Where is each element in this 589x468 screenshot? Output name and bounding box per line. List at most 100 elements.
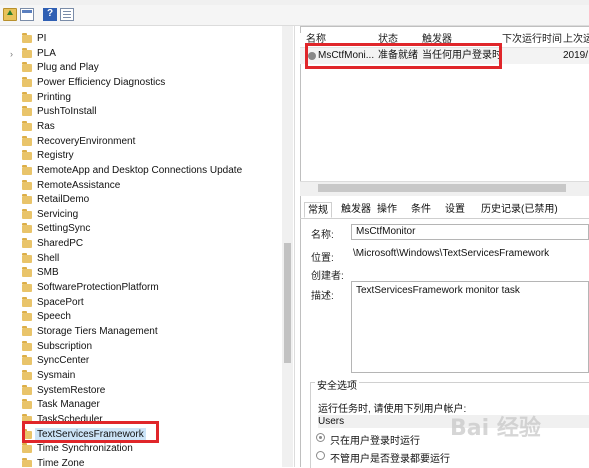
tree-item-label: SMB <box>37 267 59 279</box>
tree-item[interactable]: SystemRestore <box>0 384 280 398</box>
show-hide-console-tree-icon[interactable] <box>20 8 34 21</box>
run-as-label: 运行任务时, 请使用下列用户帐户: <box>318 404 467 415</box>
folder-icon <box>22 33 32 43</box>
highlight-box-tree-item <box>22 421 159 443</box>
folder-up-icon[interactable] <box>3 8 17 21</box>
folder-icon <box>22 106 32 117</box>
tree-item-label: PLA <box>37 47 56 59</box>
description-field[interactable]: TextServicesFramework monitor task <box>351 281 589 373</box>
folder-icon <box>22 355 32 366</box>
highlight-box-task-row <box>305 43 502 69</box>
column-last-run-header[interactable]: 上次运 <box>563 33 589 47</box>
tree-item[interactable]: PI <box>0 32 280 46</box>
tree-item-label: Power Efficiency Diagnostics <box>37 76 166 88</box>
tab-general[interactable]: 常规 <box>304 202 332 218</box>
folder-icon <box>22 296 32 307</box>
folder-icon <box>22 457 32 467</box>
tree-item[interactable]: RetailDemo <box>0 193 280 207</box>
folder-icon <box>22 179 32 190</box>
tree-item-label: RecoveryEnvironment <box>37 135 136 147</box>
tab-triggers[interactable]: 触发器 <box>338 202 374 218</box>
security-options-title: 安全选项 <box>315 377 359 392</box>
tree-item[interactable]: RecoveryEnvironment <box>0 135 280 149</box>
tree-item[interactable]: Storage Tiers Management <box>0 325 280 339</box>
tree-item-label: RemoteApp and Desktop Connections Update <box>37 164 243 176</box>
tree-item[interactable]: Subscription <box>0 340 280 354</box>
tree-item-label: SyncCenter <box>37 355 90 367</box>
folder-icon <box>22 384 32 395</box>
help-icon[interactable]: ? <box>43 8 57 21</box>
tree-item-label: Task Manager <box>37 399 100 411</box>
tree-item-label: SharedPC <box>37 238 84 250</box>
tree-item-label: Sysmain <box>37 369 76 381</box>
task-list-scroll-thumb[interactable] <box>318 184 566 192</box>
tree-item[interactable]: Ras <box>0 120 280 134</box>
tree-item-label: PushToInstall <box>37 106 97 118</box>
radio-run-whether-logged-on[interactable] <box>316 451 325 460</box>
folder-icon <box>22 91 32 102</box>
tree-item[interactable]: Plug and Play <box>0 61 280 75</box>
tree-item[interactable]: PushToInstall <box>0 105 280 119</box>
action-pane-icon[interactable] <box>60 8 74 21</box>
tree-item-label: SpacePort <box>37 296 84 308</box>
tree-item[interactable]: Registry <box>0 149 280 163</box>
task-last-run-cell: 2019/ <box>563 50 589 61</box>
tree-item[interactable]: Servicing <box>0 208 280 222</box>
folder-icon <box>22 164 32 175</box>
baidu-watermark-logo: Bai 经验 <box>450 416 541 441</box>
radio-run-logged-on[interactable] <box>316 433 325 442</box>
folder-icon <box>22 47 32 58</box>
folder-icon <box>22 252 32 263</box>
name-field[interactable]: MsCtfMonitor <box>351 224 589 240</box>
tree-item-label: Shell <box>37 252 60 264</box>
folder-icon <box>22 369 32 380</box>
location-label: 位置: <box>311 253 334 264</box>
tree-item[interactable]: SyncCenter <box>0 354 280 368</box>
tab-settings[interactable]: 设置 <box>442 202 468 218</box>
tree-item-label: Time Zone <box>37 457 85 467</box>
tree-item-label: Storage Tiers Management <box>37 326 158 337</box>
folder-icon <box>22 150 32 161</box>
folder-icon <box>22 238 32 249</box>
tree-item-label: Plug and Play <box>37 62 99 74</box>
folder-icon <box>22 282 32 293</box>
tree-item[interactable]: Printing <box>0 91 280 105</box>
folder-icon <box>22 340 32 351</box>
tree-item-label: Ras <box>37 120 55 132</box>
tab-history[interactable]: 历史记录(已禁用) <box>478 202 561 218</box>
column-next-run-header[interactable]: 下次运行时间 <box>502 33 562 47</box>
tree-item[interactable]: SpacePort <box>0 296 280 310</box>
radio-run-whether-logged-on-label[interactable]: 不管用户是否登录都要运行 <box>330 450 450 465</box>
tree-item[interactable]: SoftwareProtectionPlatform <box>0 281 280 295</box>
tree-item[interactable]: SharedPC <box>0 237 280 251</box>
name-label: 名称: <box>311 230 334 241</box>
folder-icon <box>22 76 32 87</box>
tree-item[interactable]: Sysmain <box>0 369 280 383</box>
tree-item[interactable]: RemoteApp and Desktop Connections Update <box>0 164 280 178</box>
tree-item-label: Subscription <box>37 340 93 352</box>
tree-item[interactable]: RemoteAssistance <box>0 179 280 193</box>
folder-icon <box>22 194 32 205</box>
tree-item[interactable]: Time Zone <box>0 457 280 467</box>
radio-run-logged-on-label[interactable]: 只在用户登录时运行 <box>330 432 420 447</box>
expand-arrow-icon[interactable]: › <box>10 47 18 61</box>
tree-item-label: Registry <box>37 150 74 162</box>
tree-item[interactable]: SettingSync <box>0 222 280 236</box>
tree-item[interactable]: Task Manager <box>0 398 280 412</box>
tree-item[interactable]: Shell <box>0 252 280 266</box>
tree-item-label: RemoteAssistance <box>37 179 121 191</box>
tree-item[interactable]: Power Efficiency Diagnostics <box>0 76 280 90</box>
folder-icon <box>22 399 32 410</box>
tab-conditions[interactable]: 条件 <box>408 202 434 218</box>
tab-actions[interactable]: 操作 <box>374 202 400 218</box>
folder-icon <box>22 135 32 146</box>
tree-scroll-thumb[interactable] <box>284 243 291 363</box>
tree-item-label: Speech <box>37 311 71 323</box>
tree-item-label: SoftwareProtectionPlatform <box>37 282 159 294</box>
tree-item[interactable]: Time Synchronization <box>0 442 280 456</box>
tree-item[interactable]: SMB <box>0 266 280 280</box>
folder-icon <box>22 62 32 73</box>
tree-item[interactable]: Speech <box>0 310 280 324</box>
folder-icon <box>22 267 32 278</box>
tree-item[interactable]: › PLA <box>0 47 280 61</box>
